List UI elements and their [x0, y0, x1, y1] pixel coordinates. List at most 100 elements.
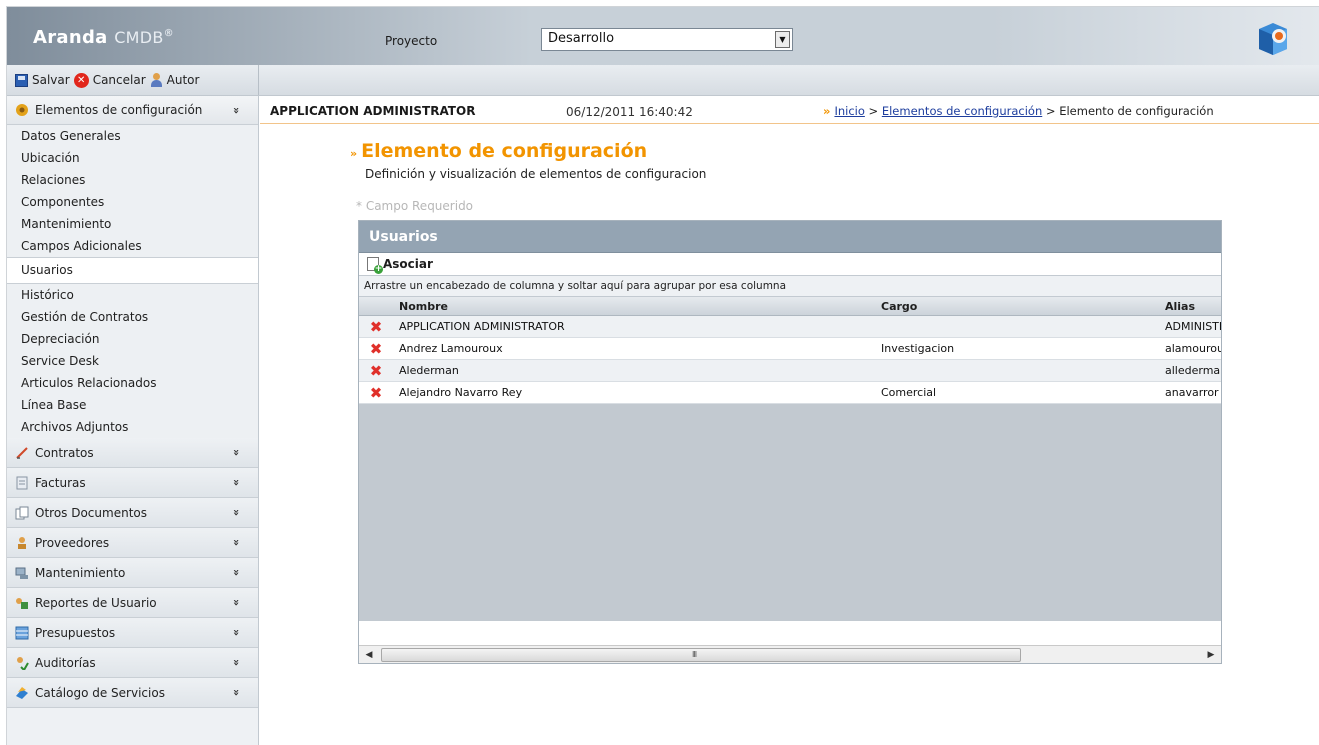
group-by-area[interactable]: Arrastre un encabezado de columna y solt…	[359, 275, 1221, 297]
sidebar-item-campos-adicionales[interactable]: Campos Adicionales	[7, 235, 258, 257]
sidebar-section-label: Reportes de Usuario	[35, 595, 157, 610]
sidebar-section-reportes-de-usuario[interactable]: Reportes de Usuario »	[7, 588, 258, 618]
add-document-icon	[367, 257, 383, 274]
double-chevron-icon[interactable]: »	[230, 659, 243, 666]
grid-body: ✖ APPLICATION ADMINISTRATOR ADMINISTR. ✖ And…	[359, 316, 1221, 621]
double-chevron-icon[interactable]: »	[230, 569, 243, 576]
save-icon	[15, 73, 28, 87]
table-row[interactable]: ✖ Alejandro Navarro Rey Comercial anavarror	[359, 382, 1221, 404]
panel-title: Usuarios	[359, 221, 1221, 253]
double-chevron-icon[interactable]: »	[230, 629, 243, 636]
double-chevron-icon[interactable]: »	[230, 509, 243, 516]
breadcrumb-marker: »	[823, 104, 831, 118]
invoice-icon	[16, 476, 28, 489]
sidebar-section-elementos[interactable]: Elementos de configuración »	[7, 96, 258, 125]
author-label: Autor	[166, 73, 200, 87]
app-header: Aranda CMDB® Proyecto Desarrollo ▼	[7, 7, 1319, 65]
breadcrumb-section-link[interactable]: Elementos de configuración	[882, 104, 1042, 118]
column-header-nombre[interactable]: Nombre	[399, 300, 448, 313]
main-content: APPLICATION ADMINISTRATOR 06/12/2011 16:…	[260, 96, 1319, 745]
sidebar-item-depreciacion[interactable]: Depreciación	[7, 328, 258, 350]
sidebar-item-linea-base[interactable]: Línea Base	[7, 394, 258, 416]
sidebar-section-catalogo-de-servicios[interactable]: Catálogo de Servicios »	[7, 678, 258, 708]
breadcrumb-home-link[interactable]: Inicio	[834, 104, 864, 118]
double-chevron-icon[interactable]: »	[230, 449, 243, 456]
scroll-right-icon[interactable]: ▶	[1203, 648, 1219, 662]
project-select-value: Desarrollo	[548, 31, 615, 46]
sidebar-section-label: Elementos de configuración	[35, 103, 203, 117]
scroll-left-icon[interactable]: ◀	[361, 648, 377, 662]
sidebar-section-label: Contratos	[35, 445, 94, 460]
table-row[interactable]: ✖ APPLICATION ADMINISTRATOR ADMINISTR.	[359, 316, 1221, 338]
sidebar-section-auditorias[interactable]: Auditorías »	[7, 648, 258, 678]
toolbar-actions: Salvar ✕ Cancelar Autor	[7, 65, 259, 95]
title-marker: »	[350, 147, 358, 160]
delete-icon[interactable]: ✖	[369, 320, 383, 335]
audit-icon	[17, 656, 29, 670]
scroll-thumb[interactable]: III	[381, 648, 1021, 662]
current-datetime: 06/12/2011 16:40:42	[566, 105, 693, 119]
sidebar-item-relaciones[interactable]: Relaciones	[7, 169, 258, 191]
chevron-down-icon[interactable]: ▼	[775, 31, 790, 48]
delete-icon[interactable]: ✖	[369, 342, 383, 357]
cell-nombre: Andrez Lamouroux	[399, 342, 503, 355]
double-chevron-icon[interactable]: »	[230, 539, 243, 546]
sidebar-sections: Contratos» Facturas» Otros Documentos» Prov…	[7, 438, 258, 708]
sidebar-item-articulos-relacionados[interactable]: Articulos Relacionados	[7, 372, 258, 394]
logo-product: CMDB	[114, 28, 164, 47]
cell-nombre: Alejandro Navarro Rey	[399, 386, 523, 399]
documents-icon	[15, 506, 29, 519]
current-user: APPLICATION ADMINISTRATOR	[270, 104, 476, 118]
delete-icon[interactable]: ✖	[369, 364, 383, 379]
app-frame: Aranda CMDB® Proyecto Desarrollo ▼ Salva…	[6, 6, 1319, 745]
maintenance-icon	[15, 567, 28, 579]
table-row[interactable]: ✖ Andrez Lamouroux Investigacion alamouroux	[359, 338, 1221, 360]
sidebar-section-label: Catálogo de Servicios	[35, 685, 165, 700]
sidebar-section-contratos[interactable]: Contratos »	[7, 438, 258, 468]
sidebar-item-historico[interactable]: Histórico	[7, 284, 258, 306]
cancel-icon: ✕	[73, 72, 89, 88]
sidebar-section-proveedores[interactable]: Proveedores »	[7, 528, 258, 558]
double-chevron-icon[interactable]: »	[230, 479, 243, 486]
app-cube-icon	[1259, 23, 1287, 55]
sidebar-section-label: Proveedores	[35, 535, 110, 550]
sidebar-section-facturas[interactable]: Facturas »	[7, 468, 258, 498]
delete-icon[interactable]: ✖	[369, 386, 383, 401]
sidebar-item-datos-generales[interactable]: Datos Generales	[7, 125, 258, 147]
author-button[interactable]: Autor	[150, 73, 200, 87]
sidebar-item-usuarios[interactable]: Usuarios	[7, 257, 258, 284]
project-select[interactable]: Desarrollo ▼	[541, 28, 793, 51]
logo-brand: Aranda	[33, 27, 108, 48]
column-header-cargo[interactable]: Cargo	[881, 300, 917, 313]
sidebar-section-otros-documentos[interactable]: Otros Documentos »	[7, 498, 258, 528]
double-chevron-icon[interactable]: »	[230, 689, 243, 696]
toolbar: Salvar ✕ Cancelar Autor	[7, 65, 1319, 96]
cell-nombre: APPLICATION ADMINISTRATOR	[399, 320, 565, 333]
breadcrumb-current: Elemento de configuración	[1059, 104, 1214, 118]
supplier-icon	[18, 536, 26, 549]
double-chevron-icon[interactable]: »	[230, 599, 243, 606]
table-row[interactable]: ✖ Alederman allederman	[359, 360, 1221, 382]
sidebar-item-service-desk[interactable]: Service Desk	[7, 350, 258, 372]
sidebar-section-label: Mantenimiento	[35, 565, 126, 580]
cancel-button[interactable]: ✕ Cancelar	[73, 72, 146, 88]
column-header-alias[interactable]: Alias	[1165, 300, 1195, 313]
cell-cargo: Comercial	[881, 386, 937, 399]
sidebar-item-ubicacion[interactable]: Ubicación	[7, 147, 258, 169]
sidebar-item-mantenimiento[interactable]: Mantenimiento	[7, 213, 258, 235]
breadcrumb-separator: >	[868, 104, 879, 118]
double-chevron-icon[interactable]: »	[230, 107, 243, 114]
save-button[interactable]: Salvar	[15, 73, 70, 87]
sidebar-item-gestion-de-contratos[interactable]: Gestión de Contratos	[7, 306, 258, 328]
sidebar-item-componentes[interactable]: Componentes	[7, 191, 258, 213]
page-description: Definición y visualización de elementos …	[365, 167, 707, 181]
sidebar-section-presupuestos[interactable]: Presupuestos »	[7, 618, 258, 648]
sidebar-item-archivos-adjuntos[interactable]: Archivos Adjuntos	[7, 416, 258, 438]
horizontal-scrollbar[interactable]: ◀ III ▶	[359, 645, 1221, 663]
sidebar-section-mantenimiento[interactable]: Mantenimiento »	[7, 558, 258, 588]
users-panel: Usuarios Asociar Arrastre un encabezado …	[358, 220, 1222, 664]
info-bar: APPLICATION ADMINISTRATOR 06/12/2011 16:…	[260, 96, 1319, 124]
user-icon	[150, 73, 163, 87]
cancel-label: Cancelar	[92, 73, 146, 87]
associate-button[interactable]: Asociar	[359, 253, 1221, 275]
